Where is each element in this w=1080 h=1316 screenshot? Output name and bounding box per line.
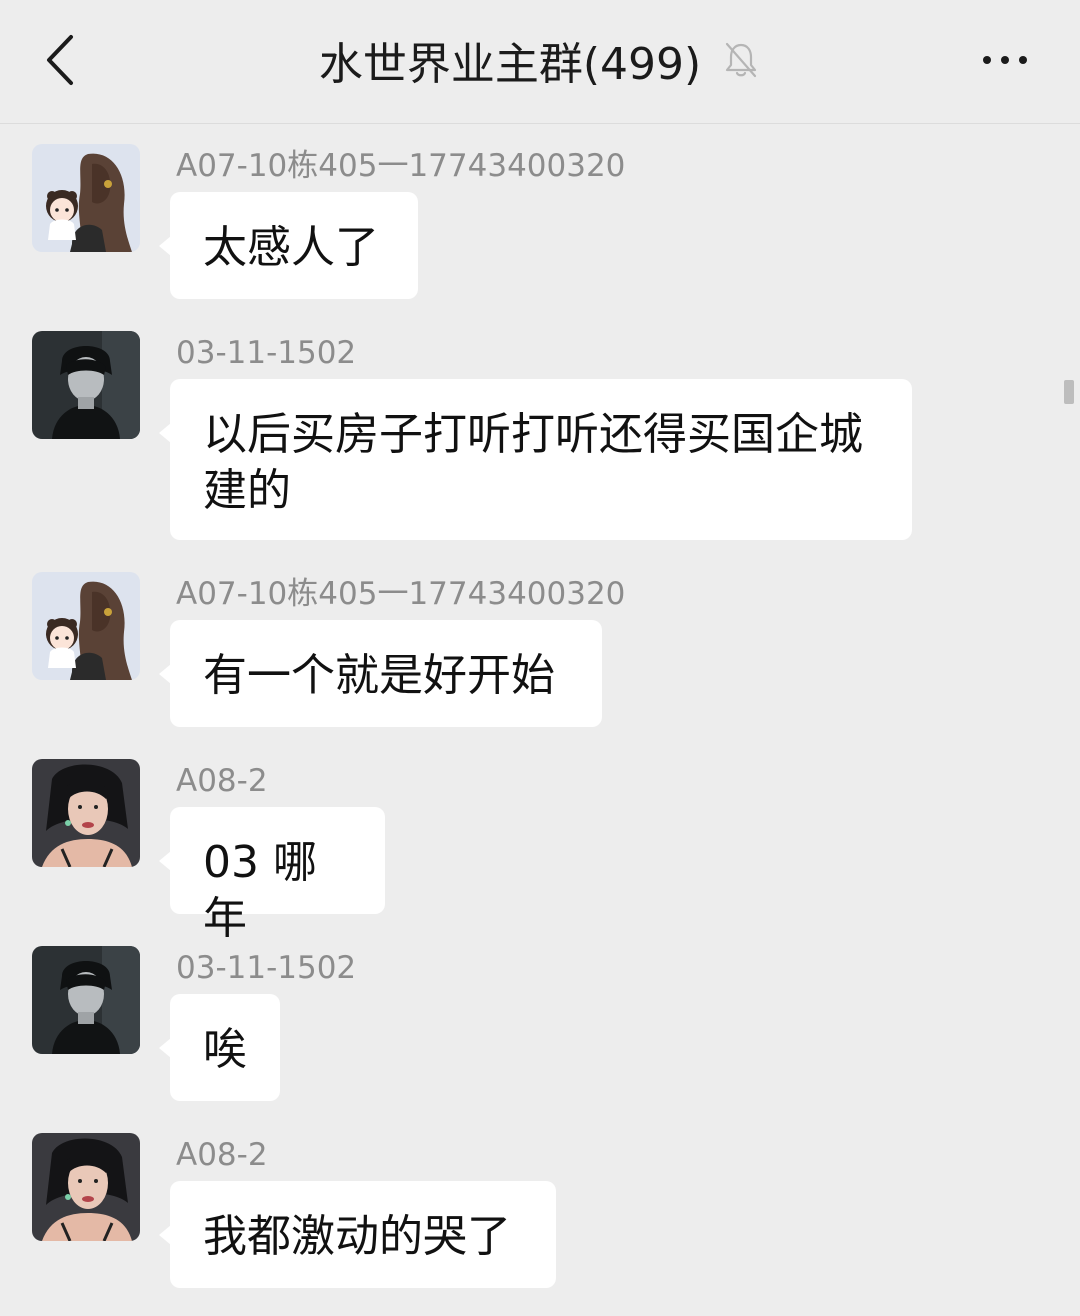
more-dot: [1019, 56, 1027, 64]
woman-portrait-avatar-icon: [32, 1133, 140, 1241]
more-dot: [1001, 56, 1009, 64]
sender-name: A07-10栋405一17743400320: [176, 148, 626, 184]
message-item: A08-2 03 哪年: [32, 759, 1032, 944]
group-title: 水世界业主群(499): [318, 39, 702, 90]
woman-portrait-avatar-icon: [32, 759, 140, 867]
title-area: 水世界业主群(499): [0, 30, 1080, 90]
message-item: A07-10栋405一17743400320 太感人了: [32, 144, 1032, 304]
more-button[interactable]: [970, 34, 1040, 86]
message-item: 03-11-1502 以后买房子打听打听还得买国企城建的: [32, 331, 1032, 543]
avatar[interactable]: [32, 572, 140, 680]
message-bubble[interactable]: 有一个就是好开始: [159, 620, 602, 727]
avatar[interactable]: [32, 331, 140, 439]
message-item: A08-2 我都激动的哭了: [32, 1133, 1032, 1293]
more-dot: [983, 56, 991, 64]
girl-with-child-avatar-icon: [32, 572, 140, 680]
dark-boy-avatar-icon: [32, 331, 140, 439]
avatar[interactable]: [32, 144, 140, 252]
message-bubble[interactable]: 我都激动的哭了: [159, 1181, 556, 1288]
message-bubble[interactable]: 以后买房子打听打听还得买国企城建的: [159, 379, 912, 540]
sender-name: A08-2: [176, 763, 268, 799]
message-bubble[interactable]: 03 哪年: [159, 807, 385, 944]
girl-with-child-avatar-icon: [32, 144, 140, 252]
scrollbar[interactable]: [1064, 380, 1074, 404]
dark-boy-avatar-icon: [32, 946, 140, 1054]
sender-name: A07-10栋405一17743400320: [176, 576, 626, 612]
message-bubble[interactable]: 唉: [159, 994, 280, 1101]
sender-name: 03-11-1502: [176, 950, 357, 986]
message-item: A07-10栋405一17743400320 有一个就是好开始: [32, 572, 1032, 732]
sender-name: A08-2: [176, 1137, 268, 1173]
sender-name: 03-11-1502: [176, 335, 357, 371]
bell-off-icon: [721, 40, 761, 80]
avatar[interactable]: [32, 1133, 140, 1241]
message-bubble[interactable]: 太感人了: [159, 192, 418, 299]
avatar[interactable]: [32, 759, 140, 867]
message-item: 03-11-1502 唉: [32, 946, 1032, 1106]
chat-header: 水世界业主群(499): [0, 0, 1080, 124]
chat-screen: 水世界业主群(499) A07-10栋405一17743400320 太感人了 …: [0, 0, 1080, 1316]
avatar[interactable]: [32, 946, 140, 1054]
